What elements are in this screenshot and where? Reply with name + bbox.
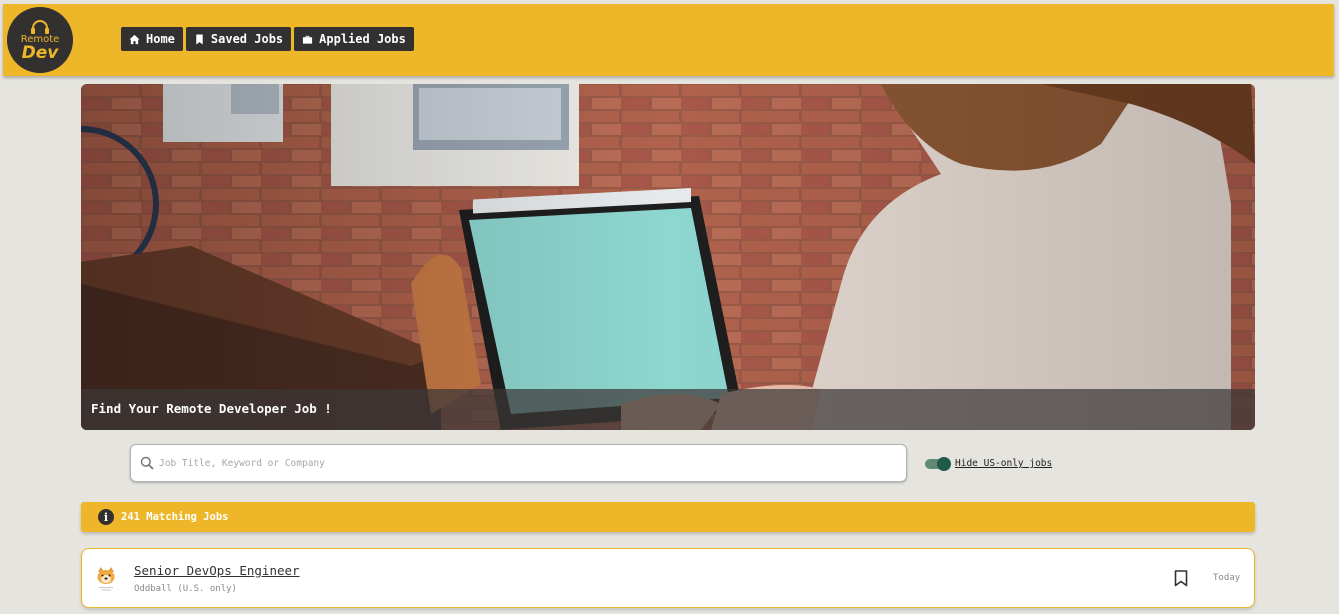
home-icon	[129, 34, 140, 44]
dog-logo-icon	[97, 567, 115, 591]
job-search-box[interactable]	[130, 444, 907, 482]
nav-applied-jobs-label: Applied Jobs	[319, 32, 406, 46]
briefcase-icon	[303, 35, 313, 44]
hero-banner: Find Your Remote Developer Job !	[81, 84, 1255, 430]
toggle-knob	[937, 456, 951, 471]
hide-us-only-toggle[interactable]: Hide US-only jobs	[925, 456, 1052, 471]
nav-home-label: Home	[146, 32, 175, 46]
nav-home-button[interactable]: Home	[121, 27, 183, 51]
hide-us-only-label[interactable]: Hide US-only jobs	[955, 458, 1052, 469]
main-nav: Home Saved Jobs Applied Jobs	[121, 27, 414, 51]
results-count-text: 241 Matching Jobs	[121, 511, 229, 523]
logo-text-dev: Dev	[21, 42, 59, 63]
results-count-bar: i 241 Matching Jobs	[81, 502, 1255, 532]
remote-dev-logo[interactable]: Remote Dev	[7, 7, 73, 73]
hero-image	[81, 84, 1255, 430]
nav-applied-jobs-button[interactable]: Applied Jobs	[294, 27, 414, 51]
bookmark-icon	[196, 33, 203, 45]
toggle-switch[interactable]	[925, 456, 951, 471]
job-company: Oddball (U.S. only)	[134, 584, 237, 594]
hero-caption: Find Your Remote Developer Job !	[81, 389, 1255, 430]
search-icon	[140, 456, 154, 470]
top-header: Remote Dev Home Saved Jobs Applied Jobs	[3, 4, 1334, 76]
info-icon: i	[98, 509, 114, 525]
headphones-icon	[31, 19, 49, 34]
job-posted-date: Today	[1213, 573, 1241, 583]
job-search-input[interactable]	[159, 457, 859, 469]
bookmark-icon[interactable]	[1174, 570, 1188, 587]
job-title-link[interactable]: Senior DevOps Engineer	[134, 563, 300, 578]
nav-saved-jobs-button[interactable]: Saved Jobs	[185, 27, 292, 51]
nav-saved-jobs-label: Saved Jobs	[210, 32, 284, 46]
job-card[interactable]: Senior DevOps Engineer Oddball (U.S. onl…	[81, 548, 1255, 608]
